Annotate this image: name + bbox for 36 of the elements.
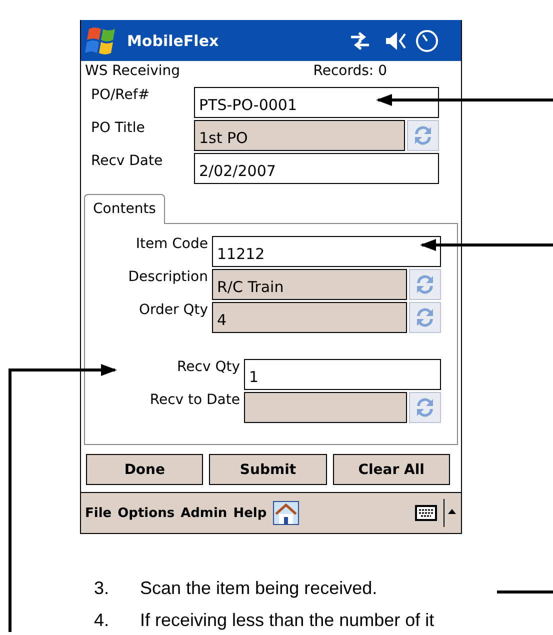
record-count: Records: 0 [313,63,388,81]
input-field[interactable]: PTS-PO-0001 [194,87,439,118]
field-label: Description [127,269,209,285]
menu-item[interactable]: File [85,506,112,520]
step-number: 4. [94,609,110,631]
form-name: WS Receiving [85,63,182,81]
step-text: Scan the item being received. [140,577,378,599]
readonly-field: 1st PO [194,120,405,151]
clock-icon[interactable] [415,28,439,52]
connectivity-icon[interactable] [349,32,371,50]
field-label: Recv Date [91,153,164,169]
menu-item[interactable]: Admin [180,506,228,520]
menu-item[interactable]: Help [233,506,267,520]
field-label: PO/Ref# [91,87,151,103]
step-text: If receiving less than the number of it [140,609,434,631]
action-button[interactable]: Submit [209,454,327,485]
input-field[interactable]: 2/02/2007 [194,153,439,184]
field-label: Order Qty [138,302,209,318]
keyboard-icon[interactable] [415,505,437,521]
field-label: PO Title [91,120,146,136]
action-button[interactable]: Done [86,454,204,485]
menu-item[interactable]: Options [118,506,175,520]
leader-line [497,590,553,594]
step-number: 3. [94,577,110,599]
readonly-field: 4 [212,302,407,333]
action-button[interactable]: Clear All [332,454,450,485]
input-field[interactable]: 1 [244,359,441,390]
readonly-field: R/C Train [212,269,407,300]
window-title: MobileFlex [127,32,220,50]
input-field[interactable]: 11212 [212,236,441,267]
field-label: Recv Qty [176,359,241,375]
tab[interactable]: Contents [84,194,165,224]
home-icon[interactable] [272,501,299,525]
field-label: Recv to Date [148,392,241,408]
field-label: Item Code [134,236,209,252]
caret-icon[interactable] [443,499,457,527]
